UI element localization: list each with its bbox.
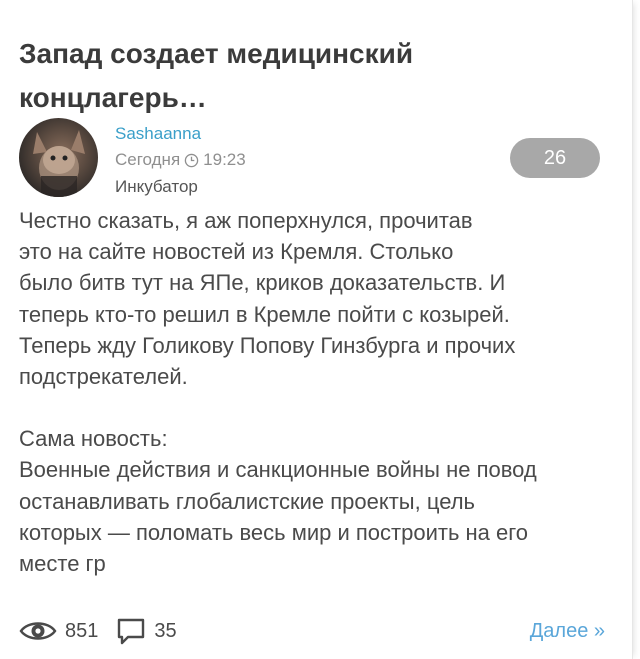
post-card: Запад создает медицинский концлагерь… Sa… xyxy=(0,0,633,659)
clock-icon xyxy=(184,153,199,167)
body-paragraph: Честно сказать, я аж поперхнулся, прочит… xyxy=(19,208,516,390)
post-body: Честно сказать, я аж поперхнулся, прочит… xyxy=(19,205,619,579)
post-category[interactable]: Инкубатор xyxy=(115,177,198,197)
views-stat: 851 xyxy=(19,619,98,643)
body-paragraph: Сама новость: Военные действия и санкцио… xyxy=(19,426,537,577)
read-more-link[interactable]: Далее » xyxy=(530,620,605,643)
views-count: 851 xyxy=(65,619,99,642)
post-date: Сегодня 19:23 xyxy=(115,150,246,170)
comments-stat[interactable]: 35 xyxy=(116,617,177,645)
comment-icon xyxy=(118,618,145,645)
avatar-image xyxy=(33,130,85,197)
eye-icon xyxy=(19,622,57,640)
date-label: Сегодня xyxy=(115,150,181,169)
post-footer: 851 35 Далее » xyxy=(19,613,605,649)
time-label: 19:23 xyxy=(203,150,246,169)
post-title[interactable]: Запад создает медицинский концлагерь… xyxy=(19,32,599,120)
rating-badge: 26 xyxy=(510,138,600,178)
author-avatar[interactable] xyxy=(19,118,98,197)
author-name[interactable]: Sashaanna xyxy=(115,124,201,144)
comments-count: 35 xyxy=(154,619,177,642)
